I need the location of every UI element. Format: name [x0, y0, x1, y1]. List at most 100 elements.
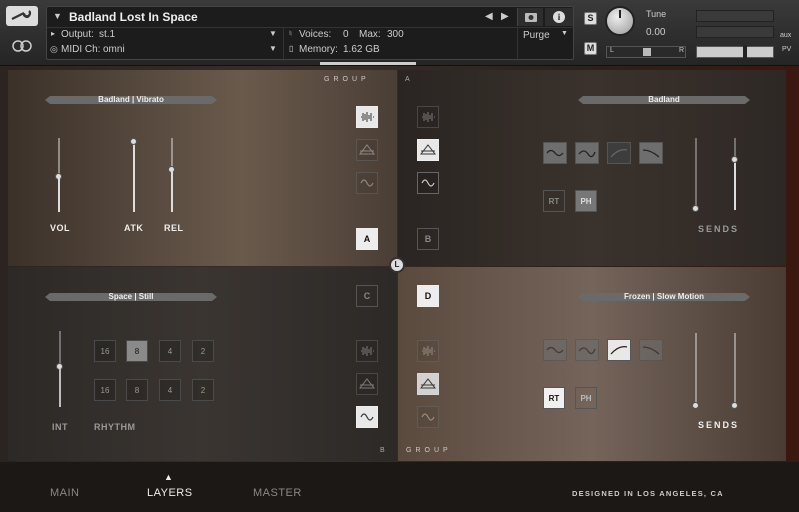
prism-mode-icon[interactable] — [417, 373, 439, 395]
memory-label: Memory: — [299, 44, 338, 55]
wrench-icon[interactable] — [6, 6, 38, 26]
prism-mode-icon[interactable] — [356, 373, 378, 395]
rt-button[interactable]: RT — [543, 387, 565, 409]
prism-mode-icon[interactable] — [356, 139, 378, 161]
corner-label-a: A — [405, 76, 410, 83]
memory-value: 1.62 GB — [343, 44, 380, 55]
solo-button[interactable]: S — [584, 12, 597, 25]
max-voices-value[interactable]: 300 — [387, 29, 404, 40]
rel-label: REL — [164, 223, 184, 233]
grain-mode-icon[interactable] — [417, 340, 439, 362]
vol-label: VOL — [50, 223, 71, 233]
tab-master[interactable]: MASTER — [253, 487, 302, 499]
volume-handle[interactable] — [743, 46, 747, 58]
midi-icon: ◎ — [50, 44, 58, 54]
link-layers-button[interactable]: L — [389, 257, 405, 273]
instrument-name[interactable]: Badland Lost In Space — [69, 10, 198, 24]
rhythm-label: RHYTHM — [94, 422, 136, 432]
rt-button[interactable]: RT — [543, 190, 565, 212]
midi-value[interactable]: omni — [103, 44, 125, 55]
rhythm-1-16[interactable]: 16 — [94, 340, 116, 362]
tune-knob[interactable] — [605, 6, 635, 36]
prism-mode-icon[interactable] — [417, 139, 439, 161]
wave-shape-3[interactable] — [607, 142, 631, 164]
tab-layers[interactable]: LAYERS — [147, 487, 193, 499]
camera-icon[interactable] — [517, 8, 543, 26]
wave-shape-1[interactable] — [543, 142, 567, 164]
int-label: INT — [52, 422, 68, 432]
purge-button[interactable]: Purge — [523, 30, 550, 41]
atk-slider[interactable] — [133, 140, 135, 212]
prev-instrument-icon[interactable]: ◀ — [485, 11, 493, 22]
preset-selector-d[interactable]: Frozen | Slow Motion — [578, 292, 750, 302]
preset-name: Badland | Vibrato — [98, 95, 164, 104]
wave-shape-2[interactable] — [575, 142, 599, 164]
rhythm-2-4[interactable]: 4 — [159, 379, 181, 401]
send-handle-2[interactable] — [731, 402, 738, 409]
wave-shape-3[interactable] — [607, 339, 631, 361]
pan-slider[interactable]: L R — [606, 46, 686, 58]
footer-nav: MAIN ▲ LAYERS MASTER DESIGNED IN LOS ANG… — [0, 462, 799, 512]
atk-label: ATK — [124, 223, 144, 233]
layer-d-panel: D Frozen | Slow Motion RT PH SENDS GROUP — [398, 267, 786, 461]
link-icon[interactable] — [11, 40, 33, 52]
tune-value[interactable]: 0.00 — [646, 27, 665, 38]
output-dropdown-icon[interactable]: ▼ — [269, 29, 277, 38]
rhythm-1-8[interactable]: 8 — [126, 340, 148, 362]
send-slider-2[interactable] — [734, 333, 736, 405]
wave-shape-2[interactable] — [575, 339, 599, 361]
ph-button[interactable]: PH — [575, 387, 597, 409]
layer-b-button[interactable]: B — [417, 228, 439, 250]
preset-selector-b[interactable]: Badland — [578, 95, 750, 105]
grain-mode-icon[interactable] — [356, 106, 378, 128]
send-handle-2[interactable] — [731, 156, 738, 163]
instrument-info-panel: ▼ Badland Lost In Space ◀ ▶ i ▸ Output: … — [46, 6, 575, 61]
wave-mode-icon[interactable] — [356, 406, 378, 428]
preset-selector-a[interactable]: Badland | Vibrato — [45, 95, 217, 105]
purge-dropdown-icon[interactable]: ▼ — [561, 30, 568, 37]
wave-shape-1[interactable] — [543, 339, 567, 361]
rhythm-2-16[interactable]: 16 — [94, 379, 116, 401]
layer-c-button[interactable]: C — [356, 285, 378, 307]
aux-label[interactable]: aux — [780, 32, 791, 39]
pv-label[interactable]: PV — [782, 46, 791, 53]
mute-button[interactable]: M — [584, 42, 597, 55]
ph-button[interactable]: PH — [575, 190, 597, 212]
wave-shape-4[interactable] — [639, 339, 663, 361]
send-fill-2 — [734, 160, 736, 210]
volume-slider[interactable] — [696, 46, 774, 58]
wave-mode-icon[interactable] — [356, 172, 378, 194]
atk-handle[interactable] — [130, 138, 137, 145]
dropdown-arrow-icon[interactable]: ▼ — [53, 11, 62, 21]
rhythm-1-4[interactable]: 4 — [159, 340, 181, 362]
voices-label: Voices: — [299, 29, 332, 40]
output-value[interactable]: st.1 — [99, 29, 115, 40]
pan-left-label: L — [610, 47, 614, 54]
wave-shape-4[interactable] — [639, 142, 663, 164]
midi-dropdown-icon[interactable]: ▼ — [269, 44, 277, 53]
send-handle-1[interactable] — [692, 402, 699, 409]
output-label: Output: — [61, 29, 94, 40]
send-slider-1[interactable] — [695, 138, 697, 210]
grain-mode-icon[interactable] — [417, 106, 439, 128]
tab-main[interactable]: MAIN — [50, 487, 80, 499]
pan-handle[interactable] — [643, 48, 651, 56]
send-handle-1[interactable] — [692, 205, 699, 212]
info-icon[interactable]: i — [545, 8, 573, 26]
voices-icon: ♮ — [289, 29, 292, 38]
grain-mode-icon[interactable] — [356, 340, 378, 362]
rhythm-2-8[interactable]: 8 — [126, 379, 148, 401]
voices-value: 0 — [343, 29, 349, 40]
wave-mode-icon[interactable] — [417, 406, 439, 428]
sends-label: SENDS — [698, 420, 740, 430]
rhythm-2-2[interactable]: 2 — [192, 379, 214, 401]
preset-selector-c[interactable]: Space | Still — [45, 292, 217, 302]
layer-d-button[interactable]: D — [417, 285, 439, 307]
group-label: GROUP — [406, 447, 452, 454]
rhythm-1-2[interactable]: 2 — [192, 340, 214, 362]
send-slider-1[interactable] — [695, 333, 697, 405]
wave-mode-icon[interactable] — [417, 172, 439, 194]
next-instrument-icon[interactable]: ▶ — [501, 11, 509, 22]
level-meter-left — [696, 10, 774, 22]
layer-a-button[interactable]: A — [356, 228, 378, 250]
